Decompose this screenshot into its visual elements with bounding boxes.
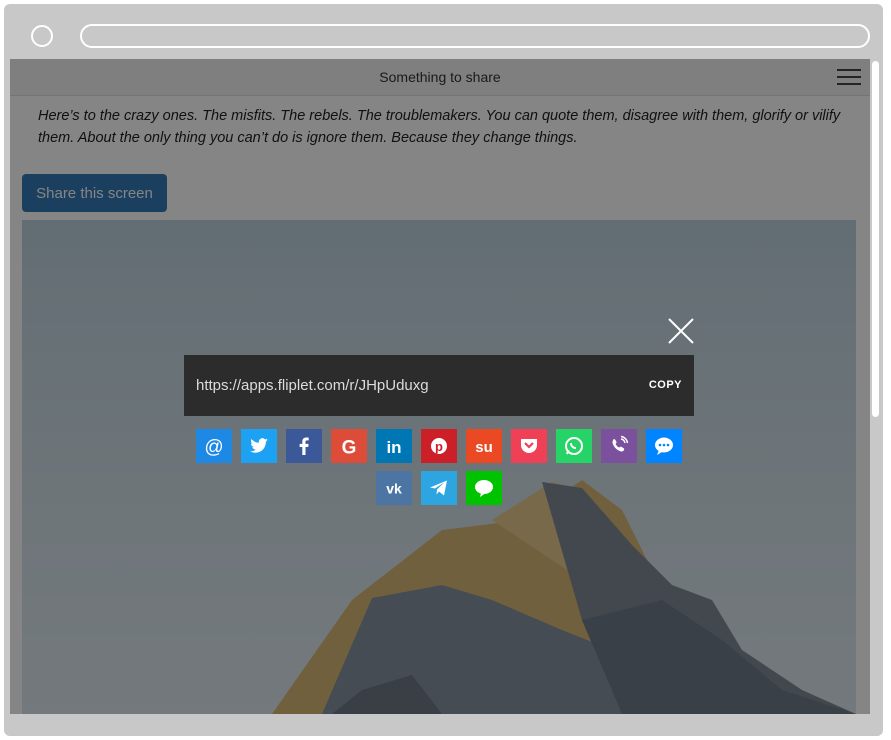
share-overlay[interactable]: https://apps.fliplet.com/r/JHpUduxg COPY…: [10, 59, 870, 714]
twitter-icon: [250, 438, 268, 453]
share-row: @ G in p su: [184, 429, 694, 463]
pinterest-icon: p: [431, 438, 447, 454]
vk-share-button[interactable]: vk: [376, 471, 412, 505]
pinterest-share-button[interactable]: p: [421, 429, 457, 463]
vk-icon: vk: [386, 481, 402, 497]
telegram-icon: [430, 480, 447, 496]
messenger-share-button[interactable]: [646, 429, 682, 463]
share-row: vk: [184, 471, 694, 505]
copy-button[interactable]: COPY: [649, 355, 682, 416]
linkedin-icon: in: [386, 438, 401, 457]
telegram-share-button[interactable]: [421, 471, 457, 505]
stumbleupon-share-button[interactable]: su: [466, 429, 502, 463]
address-bar[interactable]: [80, 24, 870, 48]
messenger-icon: [655, 437, 673, 455]
svg-text:p: p: [435, 439, 443, 454]
twitter-share-button[interactable]: [241, 429, 277, 463]
facebook-icon: [299, 437, 309, 455]
svg-text:vk: vk: [386, 481, 402, 497]
svg-text:su: su: [475, 439, 493, 456]
svg-text:G: G: [342, 438, 357, 459]
browser-button[interactable]: [31, 25, 53, 47]
line-share-button[interactable]: [466, 471, 502, 505]
share-url-bar: https://apps.fliplet.com/r/JHpUduxg COPY: [184, 355, 694, 416]
linkedin-share-button[interactable]: in: [376, 429, 412, 463]
share-url[interactable]: https://apps.fliplet.com/r/JHpUduxg: [196, 355, 429, 416]
whatsapp-icon: [565, 437, 583, 455]
whatsapp-share-button[interactable]: [556, 429, 592, 463]
line-icon: [475, 480, 493, 497]
scrollbar[interactable]: [870, 59, 882, 714]
share-buttons: @ G in p su vk: [184, 429, 694, 513]
email-share-button[interactable]: @: [196, 429, 232, 463]
close-icon[interactable]: [666, 316, 696, 346]
google-share-button[interactable]: G: [331, 429, 367, 463]
viber-share-button[interactable]: [601, 429, 637, 463]
facebook-share-button[interactable]: [286, 429, 322, 463]
scrollbar-thumb[interactable]: [872, 61, 879, 417]
app-viewport: Something to share Here’s to the crazy o…: [10, 59, 870, 714]
svg-text:in: in: [386, 438, 401, 457]
pocket-share-button[interactable]: [511, 429, 547, 463]
pocket-icon: [521, 439, 537, 453]
viber-icon: [612, 435, 629, 452]
email-icon: @: [204, 437, 223, 458]
google-icon: G: [342, 438, 357, 459]
svg-text:@: @: [204, 437, 223, 458]
stumbleupon-icon: su: [475, 439, 493, 456]
